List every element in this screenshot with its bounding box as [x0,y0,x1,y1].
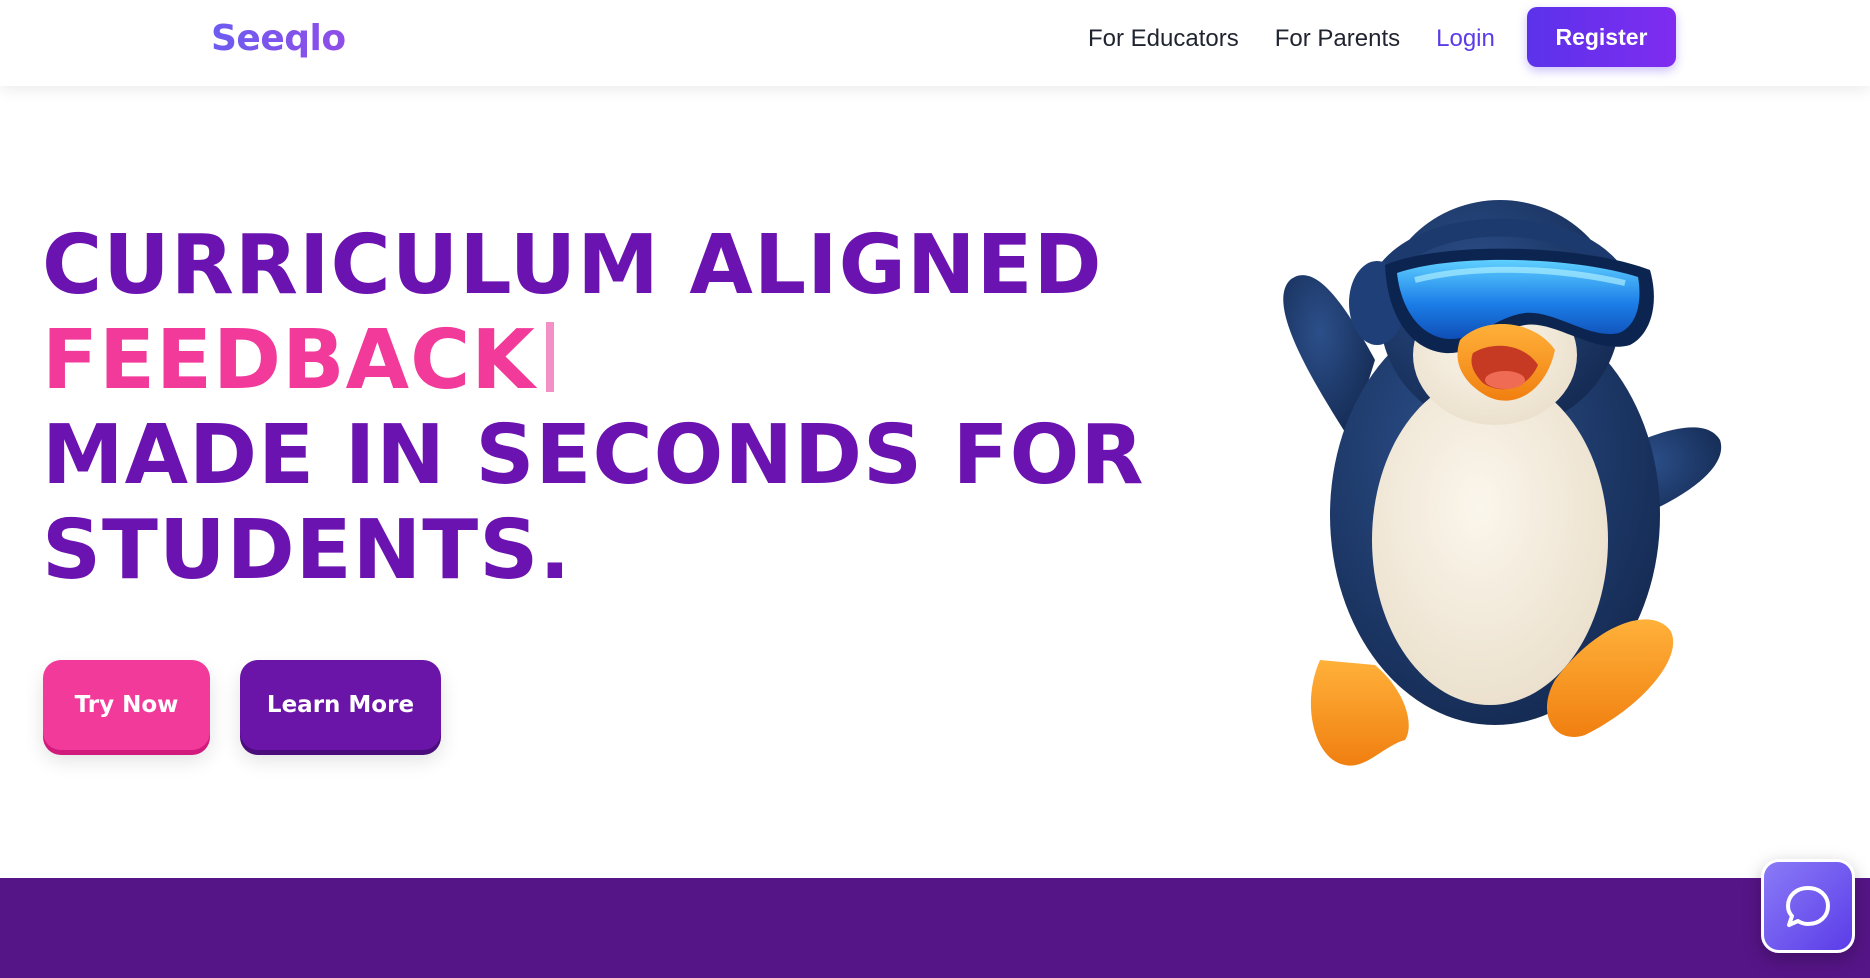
chat-bubble-icon [1786,886,1830,927]
try-now-button[interactable]: Try Now [43,660,210,750]
footer-band [0,878,1870,978]
typing-cursor [545,322,554,392]
nav-link-for-parents[interactable]: For Parents [1275,25,1400,53]
brand-logo[interactable]: Seeqlo [211,18,346,59]
hero-line-2: FEEDBACK [42,313,536,408]
penguin-mascot-image [1255,185,1735,775]
learn-more-button[interactable]: Learn More [240,660,441,750]
nav-link-login[interactable]: Login [1436,25,1495,53]
register-button[interactable]: Register [1527,7,1676,67]
hero-line-1: CURRICULUM ALIGNED [42,218,1103,313]
hero-line-3: MADE IN SECONDS FOR [42,408,1145,503]
hero-headline: CURRICULUM ALIGNED FEEDBACK MADE IN SECO… [42,218,1145,598]
chat-button[interactable] [1761,859,1855,953]
nav-link-for-educators[interactable]: For Educators [1088,25,1239,53]
top-navbar: Seeqlo For Educators For Parents Login R… [0,0,1870,86]
nav-links: For Educators For Parents Login [1088,0,1531,78]
hero-line-2-wrap: FEEDBACK [42,313,1142,408]
hero-line-4: STUDENTS. [42,503,572,598]
